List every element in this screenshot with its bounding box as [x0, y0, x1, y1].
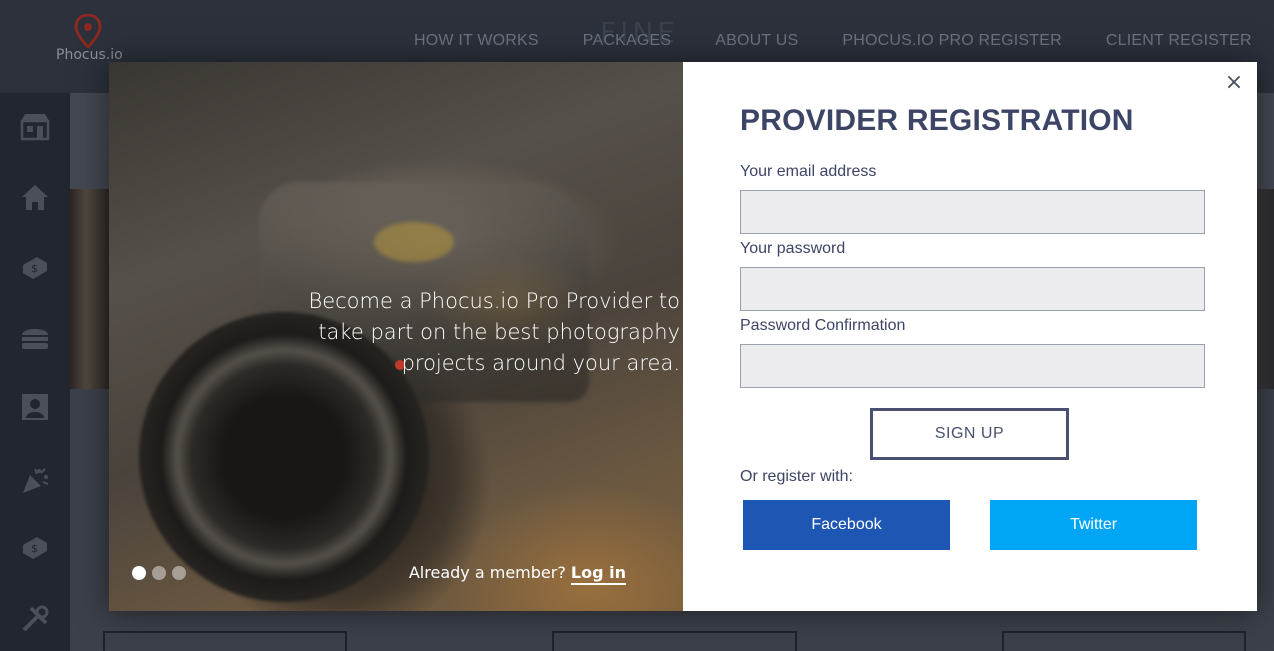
carousel-dot[interactable]: [152, 566, 166, 580]
promo-panel: Become a Phocus.io Pro Provider to take …: [109, 62, 683, 611]
password-confirmation-field[interactable]: [740, 344, 1205, 388]
password-confirmation-label: Password Confirmation: [740, 317, 906, 334]
form-title: PROVIDER REGISTRATION: [740, 104, 1134, 137]
close-icon[interactable]: ×: [1223, 72, 1245, 94]
twitter-register-button[interactable]: Twitter: [990, 500, 1197, 550]
money-icon[interactable]: $: [19, 251, 51, 283]
sign-up-button[interactable]: SIGN UP: [870, 408, 1069, 460]
member-prompt: Already a member? Log in: [408, 563, 626, 585]
storefront-icon[interactable]: [19, 111, 51, 143]
camera-photo: [374, 222, 454, 262]
tools-icon[interactable]: [19, 603, 51, 635]
home-icon[interactable]: [19, 181, 51, 213]
nav-pro-register[interactable]: PHOCUS.IO PRO REGISTER: [842, 32, 1062, 52]
svg-text:$: $: [31, 262, 38, 275]
money-icon[interactable]: $: [19, 531, 51, 563]
party-icon[interactable]: [19, 465, 51, 497]
nav-packages[interactable]: PACKAGES: [583, 32, 671, 52]
brand-name: Phocus.io: [56, 47, 123, 63]
svg-text:$: $: [31, 542, 38, 555]
brand-logo[interactable]: Phocus.io: [56, 14, 123, 66]
facebook-register-button[interactable]: Facebook: [743, 500, 950, 550]
nav-how-it-works[interactable]: HOW IT WORKS: [414, 32, 539, 52]
password-field[interactable]: [740, 267, 1205, 311]
carousel-dots: [132, 566, 192, 580]
carousel-dot[interactable]: [172, 566, 186, 580]
promo-tagline: Become a Phocus.io Pro Provider to take …: [308, 289, 680, 375]
carousel-dot[interactable]: [132, 566, 146, 580]
registration-modal: Become a Phocus.io Pro Provider to take …: [109, 62, 1257, 611]
background-card: [1002, 631, 1246, 651]
background-card: [103, 631, 347, 651]
nav-about-us[interactable]: ABOUT US: [715, 32, 798, 52]
or-register-text: Or register with:: [740, 468, 853, 485]
burger-icon[interactable]: [19, 321, 51, 353]
background-card: [552, 631, 797, 651]
registration-form-panel: × PROVIDER REGISTRATION Your email addre…: [683, 62, 1257, 611]
category-sidebar: $ $: [0, 93, 70, 651]
nav-client-register[interactable]: CLIENT REGISTER: [1106, 32, 1252, 52]
map-pin-icon: [74, 14, 102, 48]
portrait-icon[interactable]: [19, 391, 51, 423]
member-prompt-text: Already a member?: [408, 563, 566, 582]
password-label: Your password: [740, 240, 846, 257]
email-field[interactable]: [740, 190, 1205, 234]
login-link[interactable]: Log in: [570, 563, 626, 585]
main-nav: HOW IT WORKS PACKAGES ABOUT US PHOCUS.IO…: [414, 32, 1274, 52]
background-photo: [70, 189, 110, 389]
email-label: Your email address: [740, 163, 877, 180]
background-photo: [1256, 189, 1274, 389]
